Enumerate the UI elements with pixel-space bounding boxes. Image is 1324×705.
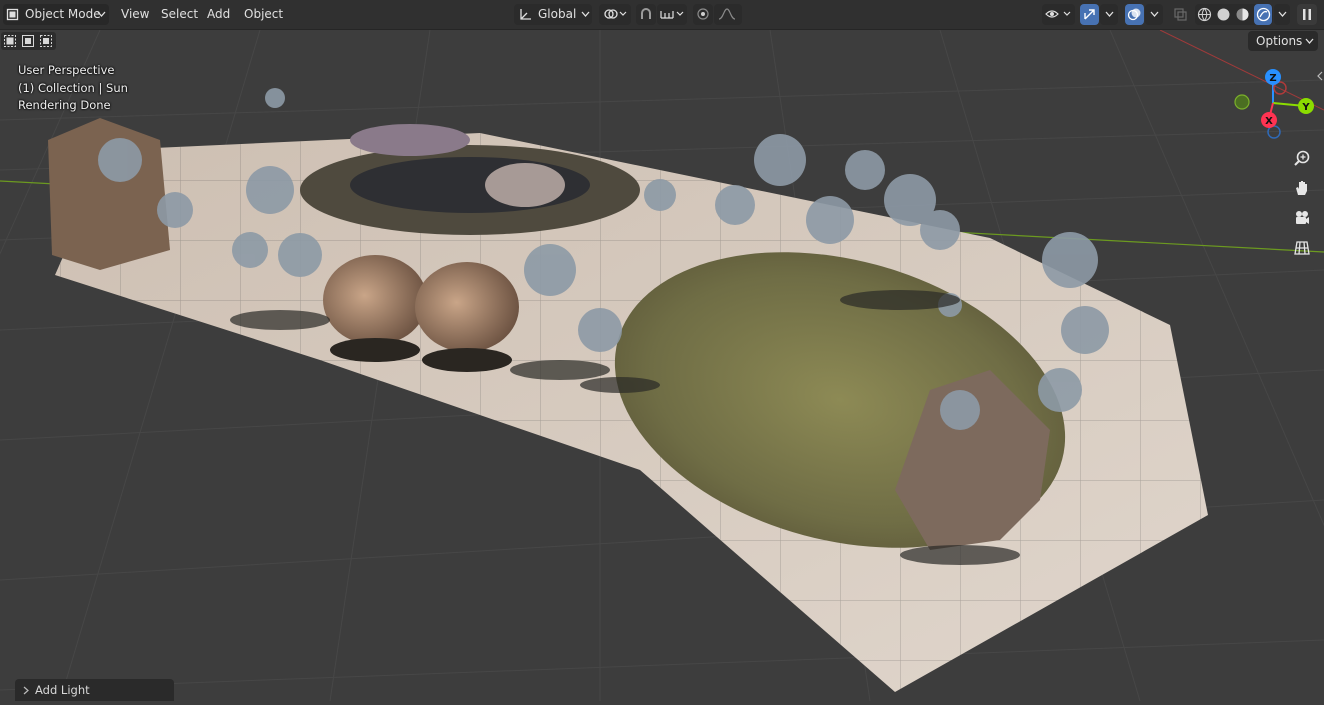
hand-pan-icon [1296, 181, 1307, 195]
camera-icon [1296, 211, 1309, 224]
snap-magnet-icon [641, 8, 651, 19]
eye-icon [1045, 10, 1071, 18]
overlays-toggle[interactable] [1125, 4, 1144, 25]
material-preview-icon[interactable] [1235, 7, 1250, 22]
chevron-down-icon [1278, 11, 1287, 17]
add-light-operator-panel[interactable]: Add Light [15, 679, 174, 701]
chevron-down-icon [581, 11, 590, 17]
neg-y-axis-handle [1234, 94, 1250, 110]
snap-toggle[interactable] [636, 4, 656, 25]
chevron-down-icon [1305, 38, 1314, 44]
mode-label: Object Mode [25, 7, 101, 21]
render-status-label: Rendering Done [18, 98, 111, 112]
solid-shading-icon[interactable] [1216, 7, 1231, 22]
falloff-curve-icon [718, 8, 736, 20]
navigation-gizmo[interactable]: Z Y X [1228, 66, 1318, 142]
select-subtract-icon[interactable] [39, 34, 53, 48]
proportional-edit-icon [697, 8, 709, 20]
orientation-label: Global [538, 7, 577, 21]
pivot-icon [604, 9, 627, 19]
options-dropdown[interactable]: Options [1248, 31, 1318, 51]
chevron-right-icon [23, 686, 29, 695]
menu-select[interactable]: Select [161, 4, 198, 25]
xray-toggle[interactable] [1170, 4, 1190, 25]
transform-orientation-dropdown[interactable]: Global [514, 4, 592, 25]
pause-render-button[interactable] [1297, 4, 1317, 25]
chevron-down-icon [97, 11, 106, 17]
select-mode-group [1, 32, 56, 50]
overlays-dropdown[interactable] [1145, 4, 1163, 25]
gizmo-dropdown[interactable] [1100, 4, 1118, 25]
chevron-down-icon [1150, 11, 1159, 17]
x-axis-label: X [1265, 116, 1273, 127]
xray-icon [1174, 8, 1187, 21]
overlays-icon [1127, 8, 1141, 21]
menu-view[interactable]: View [121, 4, 149, 25]
left-structure [48, 118, 170, 270]
add-light-label: Add Light [35, 683, 90, 697]
zoom-button[interactable] [1289, 146, 1315, 172]
camera-view-button[interactable] [1289, 205, 1315, 231]
shading-dropdown[interactable] [1274, 4, 1290, 25]
gizmo-toggle[interactable] [1080, 4, 1099, 25]
3d-viewport[interactable] [0, 29, 1324, 702]
y-axis-label: Y [1301, 102, 1310, 113]
collection-object-label: (1) Collection | Sun [18, 81, 128, 95]
rendered-shading-icon [1256, 7, 1271, 22]
dome-right [415, 262, 519, 352]
view-perspective-label: User Perspective [18, 63, 115, 77]
snap-increment-icon [660, 11, 684, 19]
menu-add[interactable]: Add [207, 4, 230, 25]
menu-object[interactable]: Object [244, 4, 283, 25]
zoom-magnifier-icon [1294, 150, 1310, 166]
visibility-dropdown[interactable] [1042, 4, 1075, 25]
falloff-dropdown[interactable] [714, 4, 742, 25]
select-extend-icon[interactable] [21, 34, 35, 48]
dome-left [323, 255, 427, 345]
select-mode-toolbar [0, 30, 60, 52]
fountain [350, 124, 470, 156]
chevron-down-icon [1105, 11, 1114, 17]
orientation-axes-icon [520, 9, 531, 20]
perspective-toggle-button[interactable] [1289, 235, 1315, 261]
grid-perspective-icon [1294, 241, 1310, 255]
rendered-shading-button[interactable] [1254, 4, 1272, 25]
select-new-icon[interactable] [3, 34, 17, 48]
pivot-point-dropdown[interactable] [599, 4, 631, 25]
options-label: Options [1256, 34, 1303, 48]
pan-button[interactable] [1289, 175, 1315, 201]
viewport-scene [0, 29, 1324, 702]
viewport-header: Object Mode View Select Add Object Globa… [0, 0, 1324, 30]
z-axis-label: Z [1269, 73, 1276, 84]
object-mode-icon [6, 8, 19, 21]
proportional-editing-toggle[interactable] [693, 4, 713, 25]
gizmo-arrow-icon [1084, 9, 1095, 20]
pause-icon [1303, 9, 1311, 20]
mode-selector[interactable]: Object Mode [3, 4, 109, 25]
snap-target-dropdown[interactable] [657, 4, 687, 25]
wireframe-shading-icon[interactable] [1197, 7, 1212, 22]
